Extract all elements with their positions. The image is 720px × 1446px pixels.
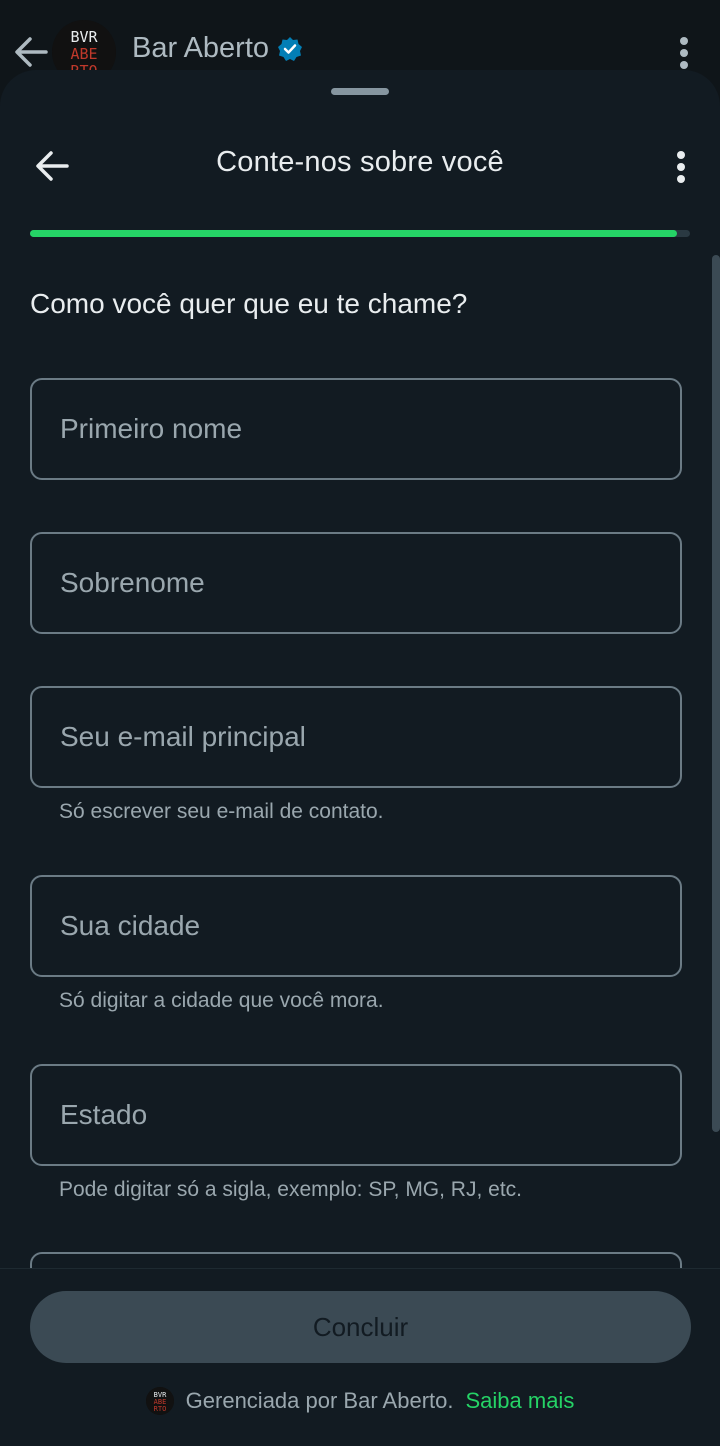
- bar-aberto-logo: BVR ABE RTO: [145, 1387, 174, 1415]
- city-field[interactable]: [30, 875, 682, 977]
- submit-button[interactable]: Concluir: [30, 1291, 691, 1363]
- managed-by-text: Gerenciada por Bar Aberto.: [185, 1388, 454, 1413]
- last-name-field[interactable]: [30, 532, 682, 634]
- first-name-input[interactable]: [32, 380, 680, 478]
- email-field[interactable]: [30, 686, 682, 788]
- last-name-input[interactable]: [32, 534, 680, 632]
- progress-bar: [30, 230, 690, 237]
- state-helper-text: Pode digitar só a sigla, exemplo: SP, MG…: [59, 1178, 522, 1201]
- more-vert-icon[interactable]: [675, 150, 687, 184]
- form-bottom-sheet: Conte-nos sobre você Como você quer que …: [0, 70, 720, 1446]
- city-input[interactable]: [32, 877, 680, 975]
- back-arrow-icon[interactable]: [14, 36, 48, 68]
- verified-badge-icon: [278, 36, 303, 61]
- svg-text:ABE: ABE: [70, 45, 97, 63]
- sheet-footer: Concluir BVR ABE RTO Gerenciada por Bar …: [0, 1268, 720, 1446]
- sheet-title: Conte-nos sobre você: [216, 146, 504, 178]
- drag-handle[interactable]: [331, 88, 389, 95]
- chat-title-text: Bar Aberto: [132, 32, 270, 64]
- first-name-field[interactable]: [30, 378, 682, 480]
- learn-more-link[interactable]: Saiba mais: [465, 1388, 574, 1414]
- progress-fill: [30, 230, 677, 237]
- managed-by-notice: BVR ABE RTO Gerenciada por Bar Aberto. S…: [0, 1387, 720, 1415]
- scrollbar[interactable]: [712, 255, 720, 1132]
- chat-title[interactable]: Bar Aberto: [132, 32, 303, 65]
- state-input[interactable]: [32, 1066, 680, 1164]
- question-label: Como você quer que eu te chame?: [30, 288, 468, 319]
- state-field[interactable]: [30, 1064, 682, 1166]
- city-helper-text: Só digitar a cidade que você mora.: [59, 989, 384, 1012]
- svg-text:BVR: BVR: [70, 28, 98, 46]
- svg-text:RTO: RTO: [153, 1405, 166, 1413]
- more-vert-icon[interactable]: [678, 36, 690, 70]
- email-helper-text: Só escrever seu e-mail de contato.: [59, 800, 384, 823]
- email-input[interactable]: [32, 688, 680, 786]
